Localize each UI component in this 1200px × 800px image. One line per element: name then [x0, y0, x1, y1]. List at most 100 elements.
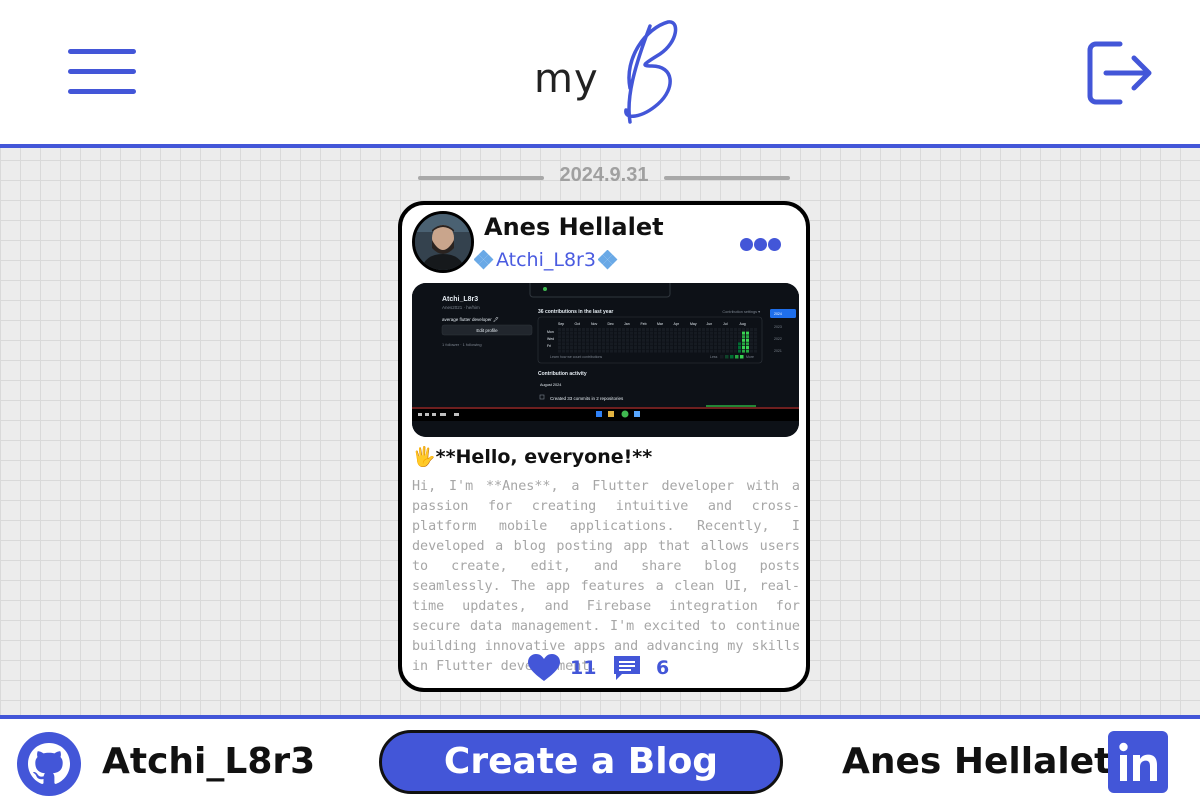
contribution-cell: [710, 342, 713, 346]
create-blog-button[interactable]: Create a Blog: [379, 730, 783, 794]
contribution-cell: [654, 346, 657, 349]
contribution-cell: [590, 331, 593, 335]
contribution-cell: [698, 328, 701, 331]
contribution-cell: [610, 342, 613, 346]
contribution-cell: [714, 342, 717, 346]
contribution-cell: [614, 335, 617, 339]
linkedin-link[interactable]: [1108, 731, 1168, 793]
menu-button[interactable]: [68, 47, 136, 97]
author-name[interactable]: Anes Hellalet: [484, 213, 664, 241]
contribution-cell: [606, 331, 609, 335]
date-separator: 2024.9.31: [418, 162, 790, 192]
contribution-cell: [678, 338, 681, 342]
contribution-cell: [654, 328, 657, 331]
contribution-cell: [578, 331, 581, 335]
contribution-cell: [666, 342, 669, 346]
contribution-cell: [678, 331, 681, 335]
contribution-cell: [614, 346, 617, 349]
author-avatar[interactable]: [412, 211, 474, 273]
contribution-cell: [570, 338, 573, 342]
screenshot-month-label: May: [690, 322, 697, 326]
contribution-cell: [570, 346, 573, 349]
contribution-cell: [726, 328, 729, 331]
contribution-cell: [614, 349, 617, 353]
post-image-screenshot: Atchi_L8r3 Anes2021 · he/him average flu…: [412, 283, 799, 437]
post-image[interactable]: Atchi_L8r3 Anes2021 · he/him average flu…: [412, 283, 799, 437]
contribution-cell: [702, 338, 705, 342]
contribution-cell: [730, 346, 733, 349]
contribution-cell: [706, 342, 709, 346]
github-link[interactable]: [16, 731, 82, 797]
contribution-cell: [582, 338, 585, 342]
more-dot: [754, 238, 767, 251]
screenshot-activity-title: Contribution activity: [538, 371, 587, 377]
contribution-cell: [634, 338, 637, 342]
contribution-cell: [586, 342, 589, 346]
contribution-cell: [586, 349, 589, 353]
contribution-cell: [646, 338, 649, 342]
logout-button[interactable]: [1086, 40, 1154, 106]
screenshot-year-2024: 2024: [774, 312, 782, 316]
contribution-cell: [746, 338, 749, 342]
contribution-cell: [654, 335, 657, 339]
github-username[interactable]: Atchi_L8r3: [102, 741, 315, 782]
contribution-cell: [726, 338, 729, 342]
contribution-cell: [698, 342, 701, 346]
contribution-cell: [654, 338, 657, 342]
contribution-cell: [558, 331, 561, 335]
contribution-cell: [582, 328, 585, 331]
post-card[interactable]: Anes Hellalet Atchi_L8r3 Atchi_L8r3 Anes…: [398, 201, 810, 692]
contribution-cell: [718, 342, 721, 346]
contribution-cell: [634, 342, 637, 346]
contribution-cell: [730, 328, 733, 331]
contribution-cell: [678, 328, 681, 331]
contribution-cell: [590, 342, 593, 346]
linkedin-name[interactable]: Anes Hellalet: [842, 741, 1111, 782]
contribution-cell: [670, 331, 673, 335]
contribution-cell: [642, 349, 645, 353]
contribution-cell: [630, 335, 633, 339]
contribution-cell: [634, 335, 637, 339]
contribution-cell: [714, 328, 717, 331]
contribution-cell: [638, 328, 641, 331]
screenshot-month-label: Sep: [558, 322, 564, 326]
more-dot: [768, 238, 781, 251]
contribution-cell: [726, 346, 729, 349]
contribution-cell: [566, 349, 569, 353]
contribution-cell: [698, 331, 701, 335]
contribution-cell: [658, 349, 661, 353]
linkedin-icon: [1119, 742, 1157, 781]
contribution-cell: [666, 331, 669, 335]
author-handle[interactable]: Atchi_L8r3: [474, 249, 618, 271]
contribution-cell: [610, 331, 613, 335]
contribution-cell: [562, 349, 565, 353]
contribution-cell: [706, 331, 709, 335]
contribution-cell: [686, 346, 689, 349]
contribution-cell: [662, 331, 665, 335]
contribution-cell: [590, 349, 593, 353]
contribution-cell: [730, 349, 733, 353]
screenshot-day-wed: Wed: [547, 337, 554, 341]
contribution-cell: [630, 342, 633, 346]
contribution-cell: [714, 331, 717, 335]
comment-button[interactable]: 6: [612, 654, 669, 682]
contribution-cell: [706, 328, 709, 331]
screenshot-day-mon: Mon: [547, 330, 554, 334]
contribution-cell: [686, 335, 689, 339]
post-title: 🖐**Hello, everyone!**: [412, 446, 653, 468]
diamond-icon: [597, 250, 618, 270]
contribution-cell: [662, 349, 665, 353]
contribution-cell: [738, 335, 741, 339]
contribution-cell: [642, 328, 645, 331]
screenshot-year-2022: 2022: [774, 337, 782, 341]
more-options-button[interactable]: [740, 237, 784, 253]
contribution-cell: [694, 342, 697, 346]
like-button[interactable]: 11: [528, 654, 596, 682]
contribution-cell: [666, 346, 669, 349]
contribution-cell: [566, 338, 569, 342]
contribution-cell: [626, 342, 629, 346]
contribution-cell: [742, 335, 745, 339]
contribution-cell: [622, 346, 625, 349]
contribution-cell: [702, 335, 705, 339]
contribution-cell: [650, 346, 653, 349]
